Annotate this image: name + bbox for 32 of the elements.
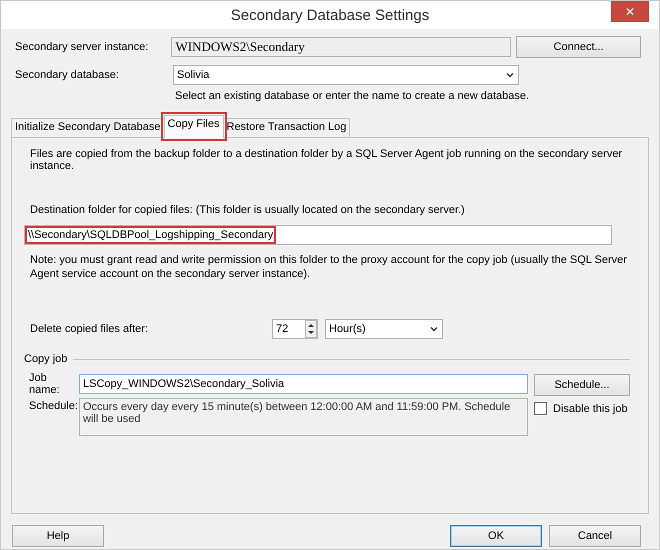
schedule-text-box: Occurs every day every 15 minute(s) between 12:00:00 AM and 11:59:00 PM. Schedule will be used <box>79 398 528 436</box>
unit-combo-box[interactable]: Hour(s) <box>325 319 443 339</box>
field-label: Job name: <box>29 374 61 394</box>
hint-text: Select an existing database or enter the name to create a new database. <box>175 90 530 102</box>
connect-button[interactable]: Connect... <box>516 36 641 58</box>
spinner-arrows-icon <box>305 320 317 338</box>
ok-button[interactable]: OK <box>450 525 542 547</box>
checkbox-label: Disable this job <box>553 402 628 414</box>
database-combo-box[interactable]: Solivia <box>173 65 519 85</box>
caret-icon <box>429 324 439 334</box>
window-title: Secondary Database Settings <box>230 6 430 24</box>
tab[interactable]: Restore Transaction Log <box>222 118 350 137</box>
field-label: Secondary database: <box>15 69 120 81</box>
server-instance-field: WINDOWS2\Secondary <box>171 37 512 57</box>
job-name-field[interactable]: LSCopy_WINDOWS2\Secondary_Solivia <box>79 374 528 394</box>
field-label: Schedule: <box>29 400 79 412</box>
description-text: Files are copied from the backup folder to a destination folder by a SQL Server Agent job running on the secondary server instance. <box>30 148 624 172</box>
caret-icon <box>505 70 515 80</box>
tab[interactable]: Initialize Secondary Database <box>11 118 165 137</box>
destination-folder-field[interactable]: \\Secondary\SQLDBPool_Logshipping_Secondary <box>24 225 612 245</box>
cancel-button[interactable]: Cancel <box>549 525 641 547</box>
field-label: Delete copied files after: <box>30 323 150 335</box>
note-text: Note: you must grant read and write permission on this folder to the proxy account for the copy job (usually the SQL Server Agent service account on the secondary server instance). <box>30 253 628 281</box>
number-spinner[interactable]: 72 <box>272 319 318 339</box>
field-label: Secondary server instance: <box>15 41 150 53</box>
help-button[interactable]: Help <box>12 525 104 547</box>
group-title: Copy job <box>24 353 68 365</box>
highlighted-path-text: \\Secondary\SQLDBPool_Logshipping_Secondary <box>28 229 274 241</box>
close-button[interactable]: ✕ <box>611 1 649 22</box>
field-label: Destination folder for copied files: (This folder is usually located on the secondary server.) <box>30 204 466 216</box>
checkbox[interactable] <box>534 402 547 415</box>
schedule-button[interactable]: Schedule... <box>534 374 630 396</box>
